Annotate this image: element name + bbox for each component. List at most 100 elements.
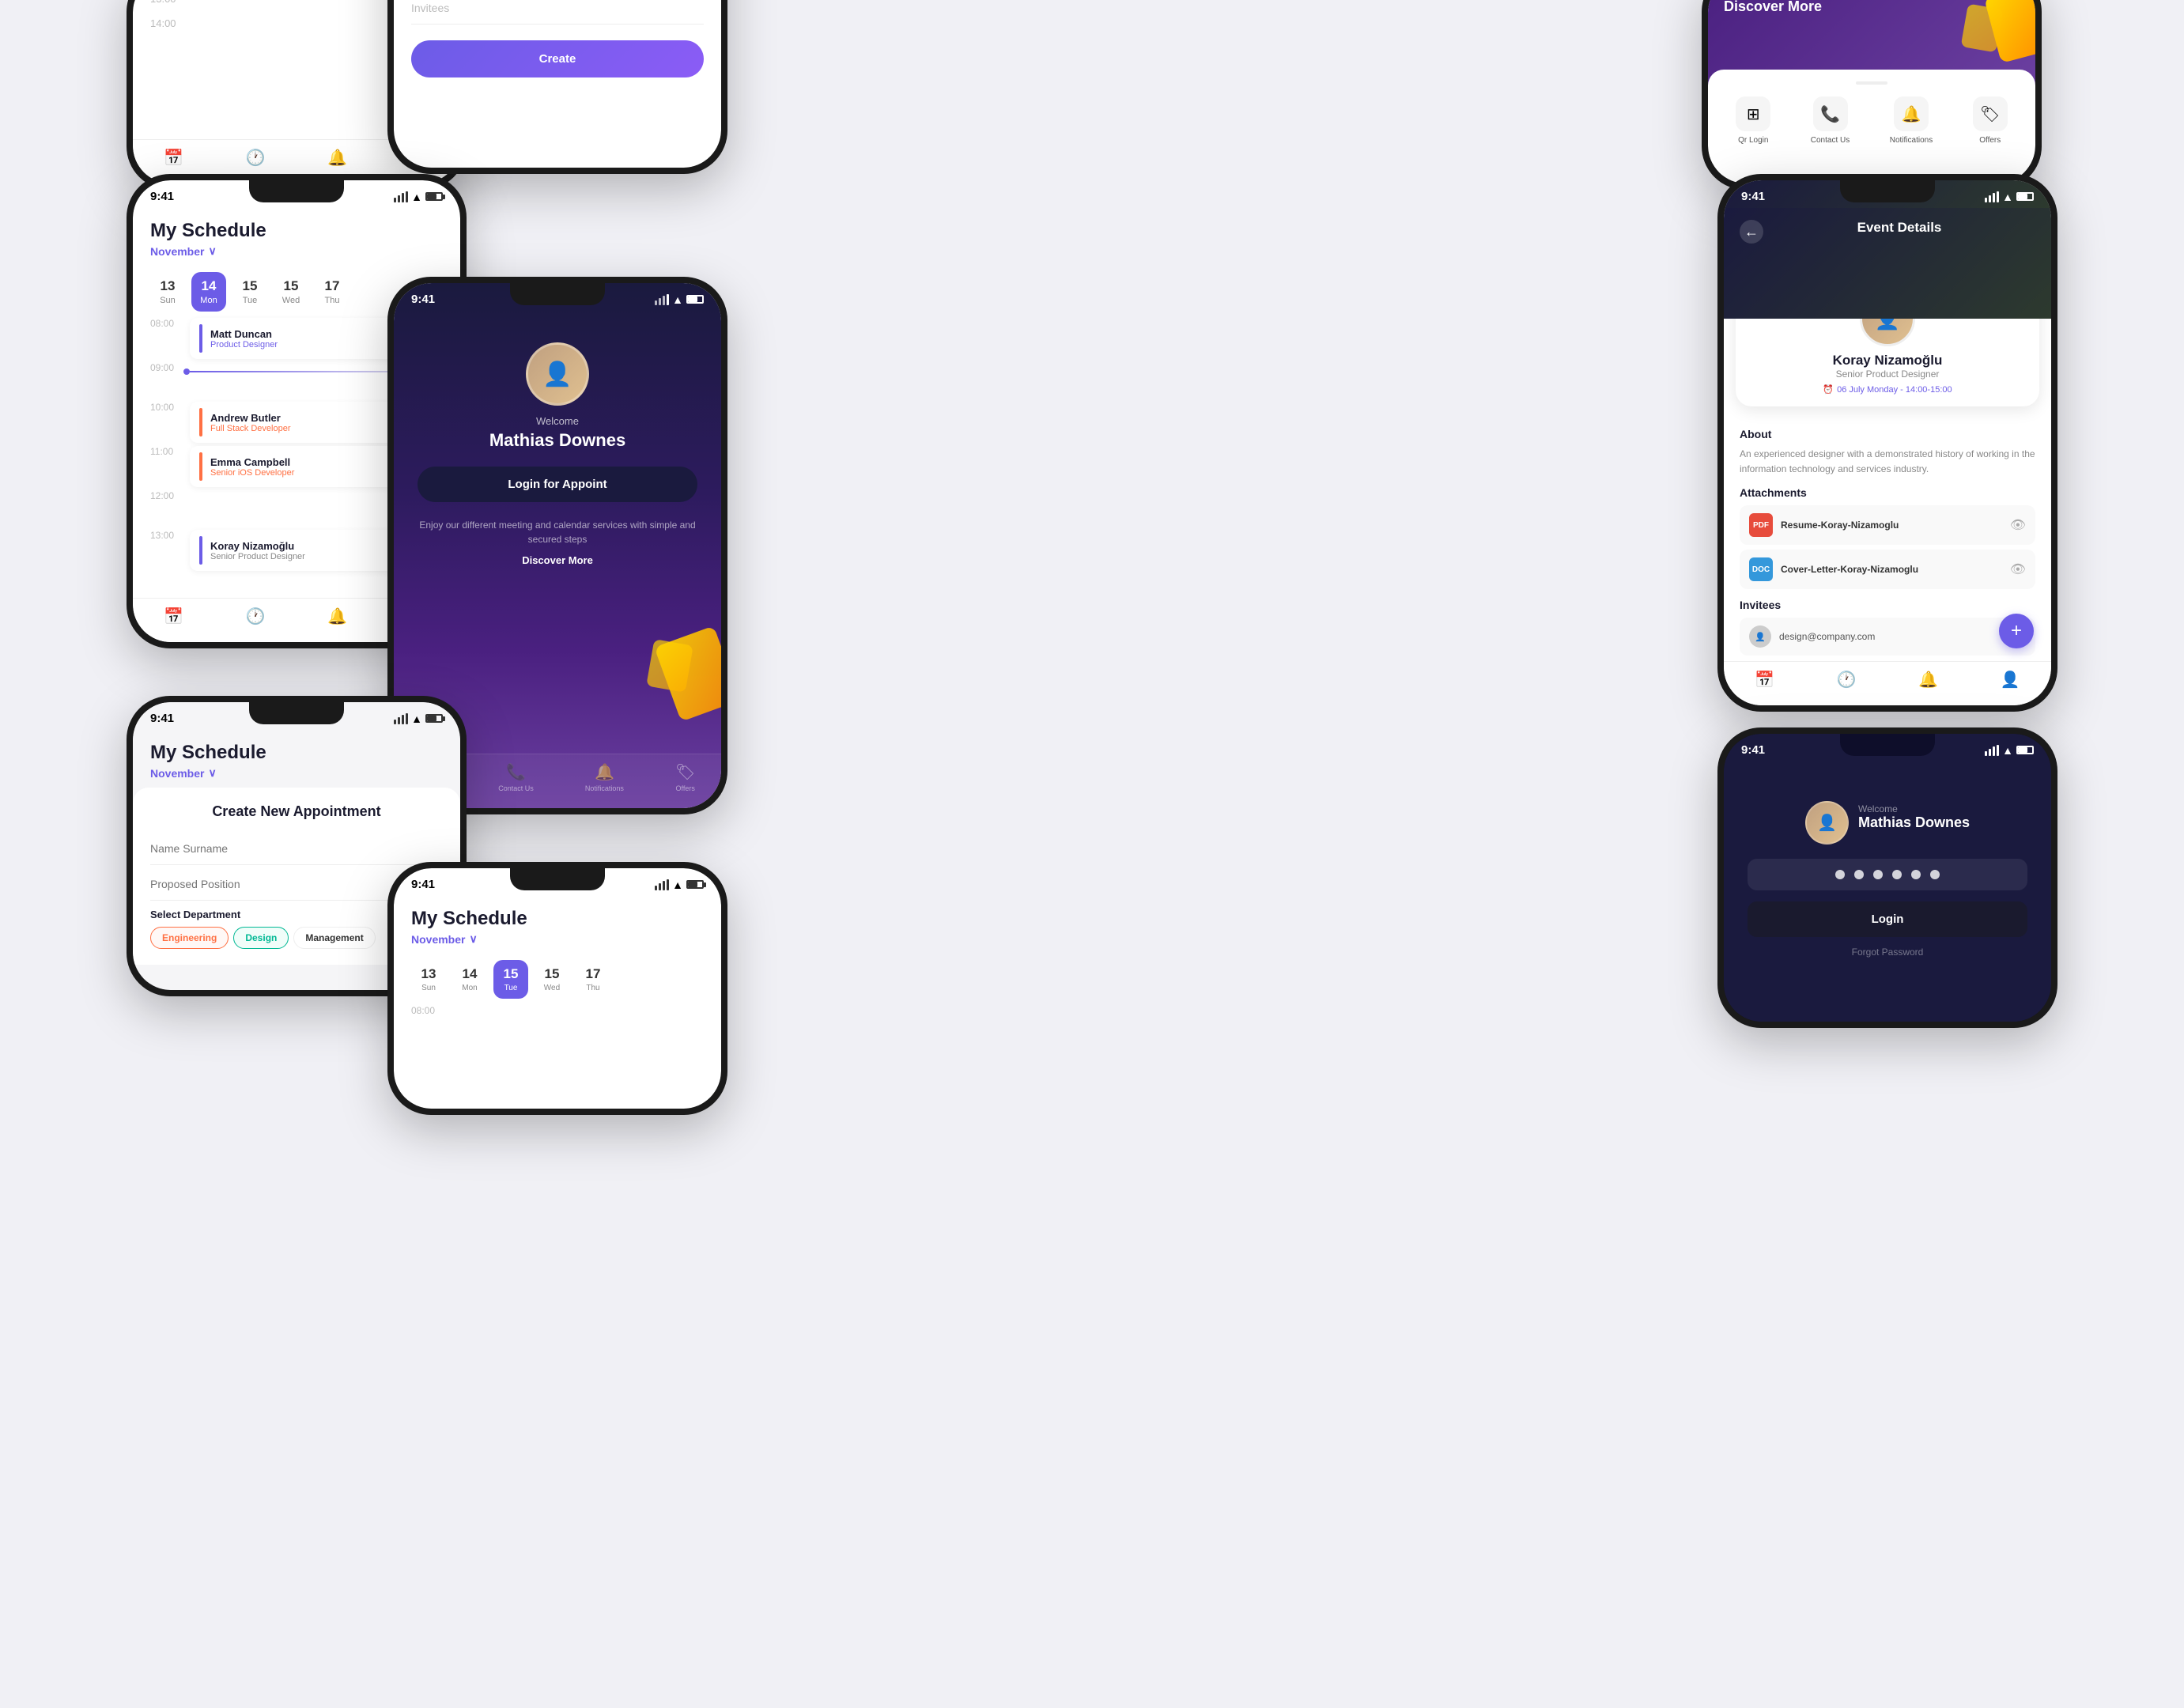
phone-bottom-right: 9:41 ▲ 👤 Welcome Mathias Do bbox=[1717, 727, 2057, 1028]
attachment-doc[interactable]: DOC Cover-Letter-Koray-Nizamoglu 👁 bbox=[1740, 550, 2035, 589]
tab-design[interactable]: Design bbox=[233, 927, 289, 949]
tab-engineering[interactable]: Engineering bbox=[150, 927, 229, 949]
date-bc-13[interactable]: 13Sun bbox=[411, 960, 446, 999]
date-15[interactable]: 15 Tue bbox=[232, 272, 267, 312]
phone-top-right: Discover More ⊞ Qr Login 📞 Contact Us 🔔 … bbox=[1702, 0, 2042, 190]
forgot-password-link[interactable]: Forgot Password bbox=[1852, 947, 1924, 958]
month-selector[interactable]: November ∨ bbox=[150, 244, 443, 258]
event-header-bg: ← Event Details bbox=[1724, 208, 2051, 319]
attachments-title: Attachments bbox=[1740, 486, 2035, 499]
name-input[interactable] bbox=[150, 833, 443, 865]
eye-icon-doc[interactable]: 👁 bbox=[2010, 561, 2026, 577]
nav-clk-mr[interactable]: 🕐 bbox=[1837, 670, 1857, 690]
date-bc-17[interactable]: 17Thu bbox=[576, 960, 610, 999]
nav-cal-mr[interactable]: 📅 bbox=[1755, 670, 1774, 690]
notch bbox=[249, 180, 344, 202]
date-15b[interactable]: 15 Wed bbox=[274, 272, 308, 312]
battery-bc bbox=[686, 880, 704, 889]
qr-login-label: Qr Login bbox=[1738, 136, 1768, 145]
battery-br bbox=[2016, 746, 2034, 754]
dark-login-btn[interactable]: Login bbox=[1748, 901, 2027, 937]
notif-nav[interactable]: 🔔 Notifications bbox=[585, 762, 624, 792]
wifi-icon-bc: ▲ bbox=[672, 879, 683, 891]
offers-nav-label: Offers bbox=[676, 784, 695, 792]
qr-login-item[interactable]: ⊞ Qr Login bbox=[1736, 96, 1770, 145]
nav-bell[interactable]: 🔔 bbox=[327, 148, 347, 168]
date-17[interactable]: 17 Thu bbox=[315, 272, 350, 312]
wifi-icon: ▲ bbox=[411, 191, 422, 203]
time-1300: 13:00 bbox=[150, 530, 183, 541]
month-label-bc: November bbox=[411, 933, 465, 946]
profile-role: Senior Product Designer bbox=[1836, 368, 1940, 380]
date-bc-15b[interactable]: 15Wed bbox=[535, 960, 569, 999]
dot-5 bbox=[1911, 870, 1921, 879]
date-15b-name: Wed bbox=[282, 296, 300, 305]
clk-icon-mr: 🕐 bbox=[1837, 670, 1857, 690]
contact-nav[interactable]: 📞 Contact Us bbox=[498, 762, 534, 792]
pdf-badge: PDF bbox=[1749, 513, 1773, 537]
discover-more-link[interactable]: Discover More bbox=[418, 553, 697, 569]
schedule-header-bl: My Schedule November ∨ bbox=[133, 730, 460, 788]
schedule-title-bc: My Schedule bbox=[411, 908, 704, 930]
event-role-emma: Senior iOS Developer bbox=[210, 468, 294, 478]
offers-nav[interactable]: 🏷 Offers bbox=[675, 762, 695, 792]
nav-calendar-ml[interactable]: 📅 bbox=[164, 606, 183, 626]
event-details-title: Event Details bbox=[1763, 220, 2035, 236]
slot-bc-0800: 08:00 bbox=[411, 1005, 704, 1045]
contact-nav-label: Contact Us bbox=[498, 784, 534, 792]
phone-top-middle: Engineering Design Management See More L… bbox=[387, 0, 727, 174]
password-field[interactable] bbox=[1748, 859, 2027, 890]
dark-welcome-label: Welcome bbox=[1858, 803, 1970, 814]
status-time-mc: 9:41 bbox=[411, 293, 435, 306]
dark-avatar: 👤 bbox=[1805, 801, 1849, 845]
date-bc-14[interactable]: 14Mon bbox=[452, 960, 487, 999]
bell-icon-top: 🔔 bbox=[1894, 96, 1929, 131]
schedule-header-bc: My Schedule November ∨ bbox=[394, 896, 721, 954]
date-strip-bc: 13Sun 14Mon 15Tue 15Wed 17Thu bbox=[394, 954, 721, 1005]
nav-calendar[interactable]: 📅 bbox=[164, 148, 183, 168]
status-time-br: 9:41 bbox=[1741, 743, 1765, 757]
timeline-bc: 08:00 bbox=[394, 1005, 721, 1045]
month-label-bl: November bbox=[150, 767, 204, 780]
create-button[interactable]: Create bbox=[411, 40, 704, 77]
date-14[interactable]: 14 Mon bbox=[191, 272, 226, 312]
battery-mr bbox=[2016, 192, 2034, 201]
nav-bel-mr[interactable]: 🔔 bbox=[1918, 670, 1938, 690]
nav-prs-mr[interactable]: 👤 bbox=[2001, 670, 2020, 690]
contact-us-label-top: Contact Us bbox=[1811, 136, 1850, 145]
offers-item-top[interactable]: 🏷 Offers bbox=[1973, 96, 2008, 145]
offers-label-top: Offers bbox=[1979, 136, 2001, 145]
contact-us-item-top[interactable]: 📞 Contact Us bbox=[1811, 96, 1850, 145]
about-text: An experienced designer with a demonstra… bbox=[1740, 447, 2035, 477]
status-time: 9:41 bbox=[150, 190, 174, 203]
nav-clock[interactable]: 🕐 bbox=[246, 148, 266, 168]
nav-clock-ml[interactable]: 🕐 bbox=[246, 606, 266, 626]
wifi-icon-mr: ▲ bbox=[2002, 191, 2013, 203]
date-17-num: 17 bbox=[325, 278, 340, 294]
invitee-email: design@company.com bbox=[1779, 631, 1875, 642]
wifi-icon-br: ▲ bbox=[2002, 744, 2013, 757]
date-13[interactable]: 13 Sun bbox=[150, 272, 185, 312]
event-role-andrew: Full Stack Developer bbox=[210, 424, 291, 433]
notifications-label-top: Notifications bbox=[1890, 136, 1933, 145]
notch-bl bbox=[249, 702, 344, 724]
date-17-name: Thu bbox=[325, 296, 340, 305]
month-selector-bc[interactable]: November ∨ bbox=[411, 932, 704, 946]
wifi-icon-bl: ▲ bbox=[411, 712, 422, 725]
eye-icon-pdf[interactable]: 👁 bbox=[2010, 517, 2026, 533]
prs-icon-mr: 👤 bbox=[2001, 670, 2020, 690]
attachment-pdf[interactable]: PDF Resume-Koray-Nizamoglu 👁 bbox=[1740, 505, 2035, 545]
doc-name: Cover-Letter-Koray-Nizamoglu bbox=[1781, 564, 1918, 575]
nav-bell-ml[interactable]: 🔔 bbox=[327, 606, 347, 626]
tab-management[interactable]: Management bbox=[293, 927, 375, 949]
login-for-appoint-btn[interactable]: Login for Appoint bbox=[418, 467, 697, 502]
chevron-bl: ∨ bbox=[208, 766, 216, 780]
fab-mr[interactable]: + bbox=[1999, 614, 2034, 648]
date-15b-num: 15 bbox=[284, 278, 299, 294]
month-selector-bl[interactable]: November ∨ bbox=[150, 766, 443, 780]
invitees-input[interactable]: Invitees bbox=[411, 0, 704, 25]
back-button[interactable]: ← bbox=[1740, 220, 1763, 244]
notifications-item-top[interactable]: 🔔 Notifications bbox=[1890, 96, 1933, 145]
clock-icon-ml: 🕐 bbox=[246, 606, 266, 626]
date-bc-15[interactable]: 15Tue bbox=[493, 960, 528, 999]
